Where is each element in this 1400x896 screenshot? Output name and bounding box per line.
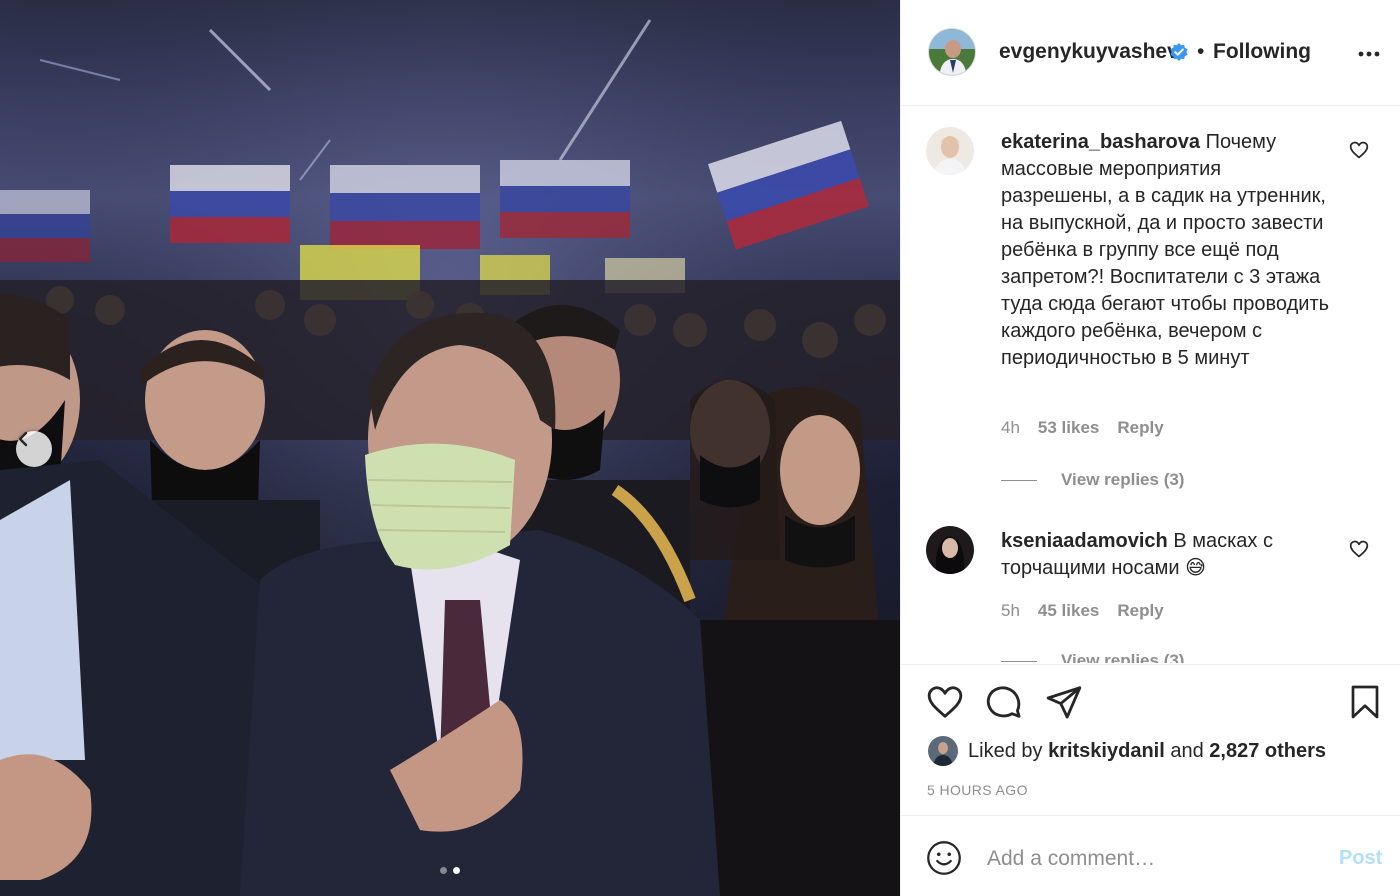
chevron-left-icon: [18, 431, 28, 447]
carousel-dot-active: [453, 867, 460, 874]
post-header: evgenykuyvashev • Following: [901, 0, 1400, 106]
post-actions: Liked by kritskiydanil and 2,827 others …: [901, 664, 1400, 814]
author-avatar[interactable]: [928, 28, 976, 76]
commenter-avatar[interactable]: [926, 127, 974, 175]
like-comment-heart-icon[interactable]: [1349, 539, 1369, 559]
comment-reply-button[interactable]: Reply: [1117, 601, 1163, 621]
commenter-avatar[interactable]: [926, 526, 974, 574]
post-sidebar: evgenykuyvashev • Following ekaterina_ba…: [900, 0, 1400, 896]
liked-by-others[interactable]: 2,827 others: [1209, 740, 1326, 763]
comment-likes[interactable]: 45 likes: [1038, 601, 1099, 621]
post-timestamp[interactable]: 5 HOURS AGO: [927, 782, 1028, 798]
liker-avatar[interactable]: [928, 736, 958, 766]
comment-reply-button[interactable]: Reply: [1117, 418, 1163, 438]
view-replies-label: View replies (3): [1061, 470, 1185, 489]
comment-input[interactable]: [987, 844, 1327, 874]
carousel-prev-button[interactable]: [16, 431, 52, 467]
comments-list[interactable]: ekaterina_basharova Почему массовые меро…: [901, 107, 1400, 663]
concert-scene: [0, 0, 900, 896]
more-horizontal-icon[interactable]: [1357, 42, 1381, 66]
carousel-dot: [440, 867, 447, 874]
view-replies-button[interactable]: View replies (3): [1001, 651, 1184, 663]
author-username[interactable]: evgenykuyvashev: [999, 40, 1179, 64]
replies-divider: [1001, 660, 1037, 662]
post-photo[interactable]: [0, 0, 900, 896]
liked-by-middle: and: [1170, 739, 1204, 762]
comment-time[interactable]: 4h: [1001, 418, 1020, 438]
comment-likes[interactable]: 53 likes: [1038, 418, 1099, 438]
likes-summary: Liked by kritskiydanil and 2,827 others: [928, 736, 1326, 766]
liked-by-user[interactable]: kritskiydanil: [1048, 740, 1165, 763]
save-bookmark-icon[interactable]: [1347, 683, 1383, 721]
replies-divider: [1001, 479, 1037, 481]
verified-badge-icon: [1170, 43, 1188, 61]
comment-bubble-icon[interactable]: [985, 683, 1023, 721]
liked-by-prefix: Liked by: [968, 739, 1043, 762]
share-paper-plane-icon[interactable]: [1045, 683, 1083, 721]
header-separator: •: [1197, 40, 1205, 63]
comment-username[interactable]: kseniaadamovich: [1001, 530, 1168, 552]
following-button[interactable]: Following: [1213, 40, 1311, 64]
flag: [0, 190, 90, 262]
view-replies-label: View replies (3): [1061, 651, 1185, 663]
add-comment-bar: Post: [901, 815, 1400, 896]
flag: [500, 160, 630, 238]
like-heart-icon[interactable]: [926, 683, 964, 721]
emoji-smiley-icon[interactable]: [926, 840, 962, 876]
post-comment-button[interactable]: Post: [1339, 847, 1382, 870]
comment-meta: 5h 45 likes Reply: [1001, 601, 1164, 621]
comment-text: Почему массовые мероприятия разрешены, а…: [1001, 131, 1330, 369]
view-replies-button[interactable]: View replies (3): [1001, 470, 1184, 490]
comment-username[interactable]: ekaterina_basharova: [1001, 131, 1200, 153]
flag: [330, 165, 480, 249]
like-comment-heart-icon[interactable]: [1349, 140, 1369, 160]
carousel-indicator: [440, 867, 460, 874]
comment-time[interactable]: 5h: [1001, 601, 1020, 621]
flag: [170, 165, 290, 243]
comment-meta: 4h 53 likes Reply: [1001, 418, 1164, 438]
